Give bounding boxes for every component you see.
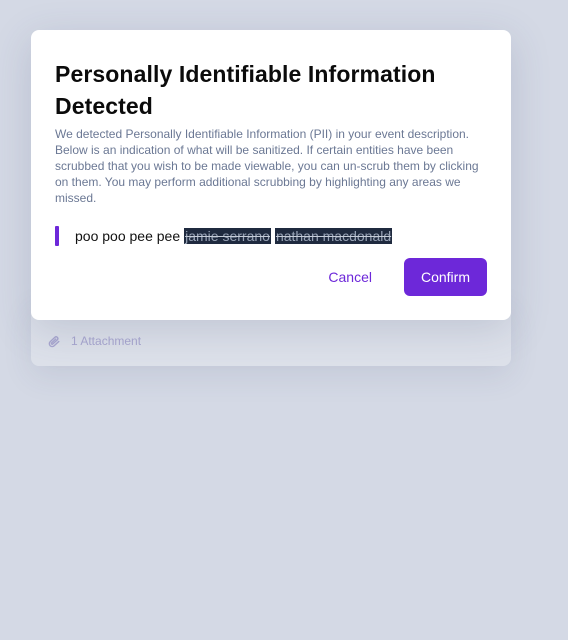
modal-description: We detected Personally Identifiable Info… (55, 127, 479, 205)
attachment-row[interactable]: 1 Attachment (47, 334, 141, 348)
attachment-count: 1 Attachment (71, 334, 142, 348)
cancel-button[interactable]: Cancel (328, 269, 372, 285)
paperclip-icon (48, 336, 60, 348)
confirm-button[interactable]: Confirm (404, 258, 487, 296)
modal-actions: Cancel Confirm (328, 258, 487, 296)
preview-text[interactable]: poo poo pee pee jamie serrano nathan mac… (75, 228, 393, 244)
pii-modal: Personally Identifiable Information Dete… (31, 30, 511, 320)
preview-plain-text: poo poo pee pee (75, 228, 181, 244)
preview-accent-bar (55, 226, 59, 246)
scrubbed-entity[interactable]: nathan macdonald (274, 228, 393, 244)
scrubbed-entity[interactable]: jamie serrano (184, 228, 271, 244)
sanitized-preview[interactable]: poo poo pee pee jamie serrano nathan mac… (55, 226, 487, 246)
modal-title: Personally Identifiable Information Dete… (55, 61, 436, 119)
